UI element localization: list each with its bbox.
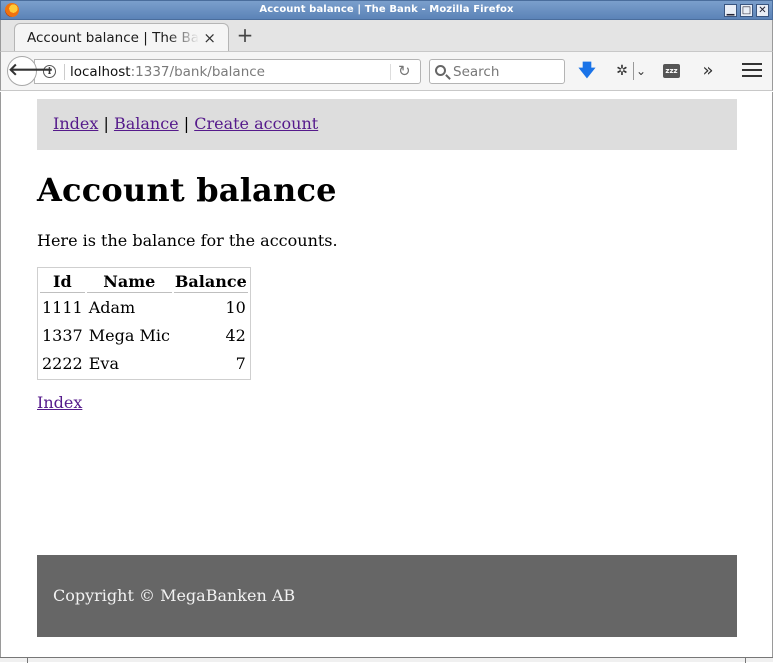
extension-divider: [633, 62, 634, 80]
nav-separator: |: [103, 114, 109, 133]
column-header-balance: Balance: [173, 272, 248, 293]
url-text[interactable]: localhost:1337/bank/balance: [70, 64, 265, 80]
url-path: :1337/bank/balance: [130, 64, 265, 80]
window-title: Account balance | The Bank - Mozilla Fir…: [259, 4, 514, 15]
cell-balance: 10: [225, 298, 246, 317]
new-tab-button[interactable]: +: [235, 25, 255, 45]
snooze-icon[interactable]: zzz: [663, 64, 680, 78]
cell-id: 1111: [42, 298, 83, 317]
balance-table: Id Name Balance 1111 Adam 10 1337 Mega M…: [37, 267, 251, 380]
search-icon: [435, 65, 446, 76]
download-icon[interactable]: 🡇: [578, 61, 596, 81]
overflow-menu-icon[interactable]: »: [699, 61, 717, 81]
url-divider-right: [390, 64, 391, 80]
site-navigation: Index | Balance | Create account: [37, 99, 737, 150]
cell-id: 2222: [42, 354, 83, 373]
cell-id: 1337: [42, 326, 83, 345]
nav-link-create-account[interactable]: Create account: [194, 114, 318, 133]
chevron-down-icon[interactable]: ⌄: [635, 61, 647, 81]
close-window-button[interactable]: ✕: [756, 4, 769, 17]
copyright-text: Copyright © MegaBanken AB: [53, 586, 296, 605]
tab-title: Account balance | The Bank: [27, 30, 199, 46]
navigation-toolbar: i localhost:1337/bank/balance ↻ 🡐 Search…: [0, 51, 773, 91]
maximize-button[interactable]: □: [740, 4, 753, 17]
tab-strip: Account balance | The Bank × +: [0, 20, 773, 52]
url-host: localhost: [70, 64, 131, 80]
cell-name: Mega Mic: [88, 326, 170, 345]
edge-tick: [745, 658, 746, 663]
back-button[interactable]: 🡐: [7, 56, 54, 86]
cell-name: Adam: [88, 298, 136, 317]
url-divider: [64, 64, 65, 80]
extension-bug-icon[interactable]: ✲: [612, 61, 632, 81]
search-input[interactable]: Search: [429, 59, 565, 84]
cell-name: Eva: [88, 354, 119, 373]
edge-tick: [27, 658, 28, 663]
nav-separator: |: [183, 114, 190, 133]
cell-balance: 7: [235, 354, 246, 373]
cell-balance: 42: [225, 326, 246, 345]
hamburger-menu-icon[interactable]: [742, 63, 762, 83]
index-link[interactable]: Index: [37, 393, 82, 412]
tab-account-balance[interactable]: Account balance | The Bank ×: [14, 23, 229, 52]
page-viewport: Index | Balance | Create account Account…: [0, 92, 773, 662]
back-arrow-icon: 🡐: [8, 60, 54, 80]
nav-link-index[interactable]: Index: [53, 114, 98, 133]
close-tab-icon[interactable]: ×: [203, 29, 216, 47]
table-header-row: Id Name Balance: [40, 270, 248, 293]
column-header-id: Id: [40, 270, 85, 293]
url-bar[interactable]: i localhost:1337/bank/balance ↻: [34, 59, 421, 84]
page-footer: Copyright © MegaBanken AB: [37, 555, 737, 637]
window-bottom-edge: [0, 657, 773, 663]
intro-text: Here is the balance for the accounts.: [37, 231, 338, 250]
window-titlebar: Account balance | The Bank - Mozilla Fir…: [0, 0, 773, 20]
page-title: Account balance: [37, 171, 337, 209]
table-row: 1111 Adam 10: [40, 295, 248, 321]
search-placeholder: Search: [453, 64, 500, 80]
table-row: 2222 Eva 7: [40, 351, 248, 377]
nav-link-balance[interactable]: Balance: [114, 114, 179, 133]
table-row: 1337 Mega Mic 42: [40, 323, 248, 349]
column-header-name: Name: [86, 270, 172, 293]
reload-icon[interactable]: ↻: [398, 62, 411, 80]
minimize-button[interactable]: ▁: [724, 4, 737, 17]
